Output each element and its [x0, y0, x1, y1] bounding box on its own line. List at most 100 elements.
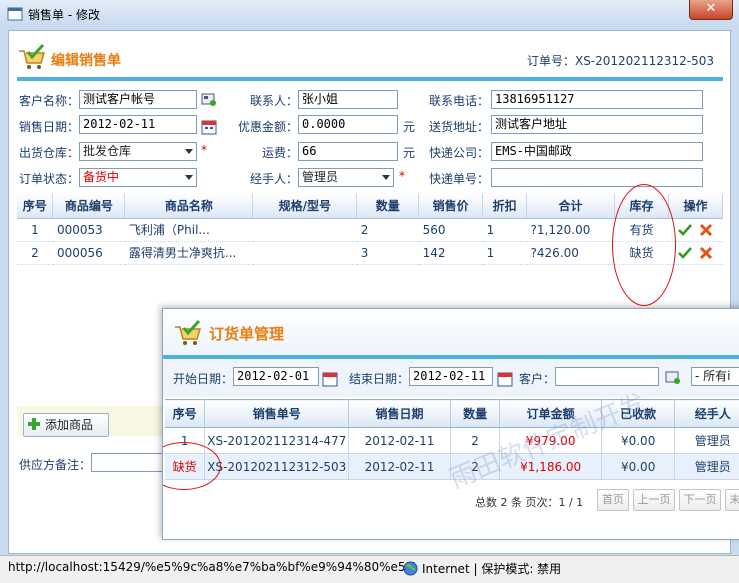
check-icon[interactable] — [677, 246, 692, 260]
cart-check-icon — [175, 319, 202, 345]
freight-label: 运费： — [262, 146, 299, 160]
courier-input[interactable]: EMS-中国邮政 — [491, 142, 703, 161]
filter-bar: 开始日期： 2012-02-01 结束日期： 2012-02-11 客户： - … — [163, 359, 739, 397]
handler-label: 经手人： — [250, 172, 299, 186]
window-icon — [7, 7, 23, 21]
phone-input[interactable]: 13816951127 — [491, 90, 703, 109]
paid: ¥0.00 — [601, 453, 676, 480]
col-header: 销售单号 — [204, 399, 350, 428]
end-date-input[interactable]: 2012-02-11 — [409, 367, 493, 386]
warehouse-select[interactable]: 批发仓库 — [79, 142, 197, 161]
status-select[interactable]: 备货中 — [79, 168, 197, 187]
col-header: 数量 — [450, 399, 501, 428]
col-header: 序号 — [17, 194, 54, 219]
order-number[interactable]: XS-201202112312-503 — [204, 453, 350, 480]
discount: 1 — [482, 241, 527, 265]
customer-input[interactable] — [555, 367, 659, 386]
discount: 1 — [482, 218, 527, 242]
col-header: 商品名称 — [124, 194, 254, 219]
cart-check-icon — [19, 43, 46, 69]
order-number[interactable]: XS-201202112314-477 — [204, 427, 350, 454]
date-label: 销售日期： — [19, 120, 80, 134]
address-label: 送货地址： — [429, 120, 490, 134]
handler-select[interactable]: 管理员 — [298, 168, 394, 187]
status-label: 订单状态： — [19, 172, 80, 186]
tracking-input[interactable] — [491, 168, 703, 187]
contact-input[interactable]: 张小姐 — [298, 90, 398, 109]
row-actions — [668, 218, 723, 242]
customer-picker-icon[interactable] — [201, 91, 217, 107]
order-date: 2012-02-11 — [348, 427, 451, 454]
supplier-note-input[interactable] — [91, 453, 171, 472]
next-page-button[interactable]: 下一页 — [679, 489, 721, 511]
address-input[interactable]: 测试客户地址 — [491, 115, 703, 134]
date-input[interactable]: 2012-02-11 — [79, 115, 197, 134]
product-code: 000053 — [52, 218, 125, 242]
discount-label: 优惠金额： — [238, 120, 299, 134]
first-page-button[interactable]: 首页 — [597, 489, 629, 511]
status-value: 备货中 — [83, 170, 120, 184]
row-actions — [668, 241, 723, 265]
warehouse-value: 批发仓库 — [83, 144, 132, 158]
title-bar[interactable]: 销售单 - 修改 ✕ — [0, 0, 739, 28]
tracking-label: 快递单号： — [429, 172, 490, 186]
col-header: 数量 — [356, 194, 420, 219]
product-name: 露得清男士净爽抗... — [124, 241, 253, 265]
product-name: 飞利浦（Phil... — [124, 218, 253, 242]
qty: 3 — [356, 241, 419, 265]
col-header: 合计 — [526, 194, 615, 219]
customer-picker-icon[interactable] — [665, 369, 681, 385]
calendar-icon[interactable] — [201, 119, 217, 135]
pager-info: 总数 2 条 页次：1 / 1 — [475, 496, 584, 509]
order-date: 2012-02-11 — [348, 453, 451, 480]
col-header: 经手人 — [674, 399, 739, 428]
delete-icon[interactable] — [699, 246, 713, 260]
contact-label: 联系人： — [250, 94, 299, 108]
qty: 2 — [356, 218, 419, 242]
customer-label: 客户： — [519, 372, 556, 386]
header-divider — [17, 77, 723, 81]
customer-input[interactable]: 测试客户帐号 — [79, 90, 197, 109]
last-page-button[interactable]: 末 — [725, 489, 739, 511]
courier-label: 快递公司： — [429, 146, 490, 160]
security-zone: Internet | 保护模式: 禁用 — [422, 562, 562, 576]
chevron-down-icon — [185, 175, 193, 180]
order-management-panel: 订货单管理 开始日期： 2012-02-01 结束日期： 2012-02-11 … — [162, 308, 739, 540]
close-button[interactable]: ✕ — [689, 0, 733, 20]
total: ?426.00 — [526, 241, 615, 265]
stock-highlight-circle — [612, 184, 676, 306]
row-no: 2 — [17, 241, 53, 265]
col-header: 操作 — [668, 194, 724, 219]
start-date-label: 开始日期： — [173, 372, 234, 386]
supplier-note-label: 供应方备注： — [19, 458, 92, 472]
handler: 管理员 — [674, 427, 739, 454]
col-header: 规格/型号 — [252, 194, 358, 219]
customer-label: 客户名称： — [19, 94, 80, 108]
chevron-down-icon — [382, 175, 390, 180]
calendar-icon[interactable] — [497, 371, 513, 387]
col-header: 折扣 — [482, 194, 528, 219]
window-title: 销售单 - 修改 — [28, 8, 100, 22]
chevron-down-icon — [185, 149, 193, 154]
discount-input[interactable]: 0.0000 — [298, 115, 398, 134]
end-date-label: 结束日期： — [349, 372, 410, 386]
col-header: 商品编号 — [52, 194, 126, 219]
discount-unit: 元 — [403, 120, 416, 134]
panel-title: 订货单管理 — [209, 325, 285, 343]
warehouse-label: 出货仓库： — [19, 146, 80, 160]
row-no: 1 — [17, 218, 53, 242]
table-row[interactable]: 1 XS-201202112314-477 2012-02-11 2 ¥979.… — [165, 427, 739, 454]
start-date-input[interactable]: 2012-02-01 — [233, 367, 319, 386]
freight-input[interactable]: 66 — [298, 142, 398, 161]
status-url: http://localhost:15429/%e5%9c%a8%e7%ba%b… — [8, 560, 417, 574]
check-icon[interactable] — [677, 223, 692, 237]
prev-page-button[interactable]: 上一页 — [633, 489, 675, 511]
calendar-icon[interactable] — [322, 371, 338, 387]
price: 560 — [418, 218, 483, 242]
table-header: 序号 销售单号 销售日期 数量 订单金额 已收款 经手人 — [165, 399, 739, 428]
handler-filter-select[interactable]: - 所有i — [691, 367, 739, 386]
handler-value: 管理员 — [302, 170, 339, 184]
status-bar: http://localhost:15429/%e5%9c%a8%e7%ba%b… — [0, 555, 739, 583]
delete-icon[interactable] — [699, 223, 713, 237]
product-spec — [252, 241, 357, 265]
